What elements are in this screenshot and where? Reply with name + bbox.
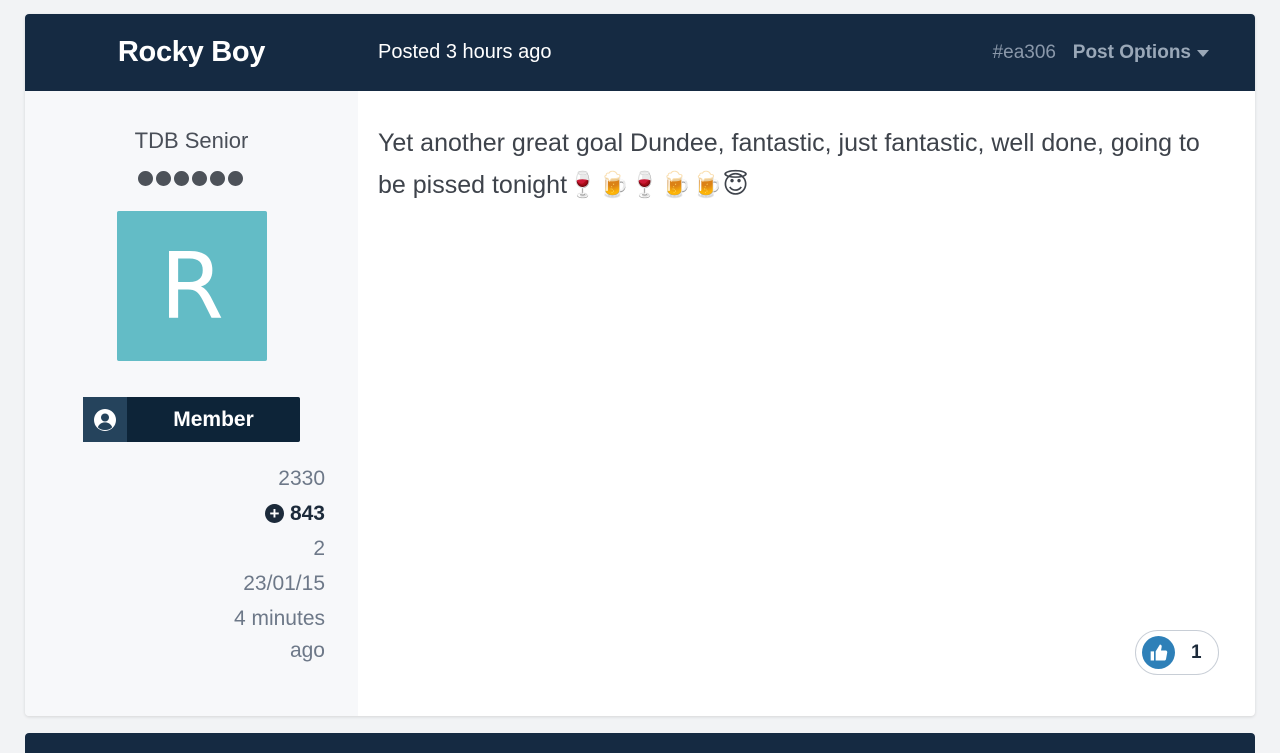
avatar[interactable]: R: [117, 211, 267, 361]
reputation-value: 843: [289, 502, 325, 525]
joined-date: 23/01/15: [243, 572, 325, 595]
author-name-link[interactable]: Rocky Boy: [25, 14, 358, 91]
post-permalink[interactable]: #ea306: [993, 14, 1056, 91]
rank-pip-icon: [210, 171, 225, 186]
plus-circle-icon: +: [264, 504, 284, 523]
forum-post: Rocky Boy Posted 3 hours ago #ea306 Post…: [25, 14, 1255, 716]
thumbs-up-icon: [1142, 636, 1175, 669]
last-visit: 4 minutes ago: [205, 601, 325, 667]
post-content: Yet another great goal Dundee, fantastic…: [378, 129, 1200, 199]
rank-pip-icon: [156, 171, 171, 186]
rank-pip-icon: [192, 171, 207, 186]
reputation: + 843: [205, 496, 325, 531]
last-visit-line: ago: [289, 639, 325, 662]
reaction-count: 1: [1191, 641, 1202, 663]
rank-pip-icon: [138, 171, 153, 186]
post-count: 2330: [278, 467, 325, 490]
post-header: Rocky Boy Posted 3 hours ago #ea306 Post…: [25, 14, 1255, 91]
post-options-label: Post Options: [1072, 41, 1191, 63]
caret-down-icon: [1197, 50, 1209, 57]
post-options-button[interactable]: Post Options: [1073, 14, 1209, 91]
user-circle-icon: [83, 397, 127, 442]
last-visit-line: 4 minutes: [233, 607, 325, 630]
posted-time[interactable]: Posted 3 hours ago: [378, 14, 551, 91]
author-stat: 2: [313, 537, 325, 560]
next-post-header: [25, 733, 1255, 753]
rank-pip-icon: [174, 171, 189, 186]
like-reaction-button[interactable]: 1: [1135, 630, 1219, 675]
member-title: TDB Senior: [134, 128, 249, 153]
rank-pip-icon: [228, 171, 243, 186]
author-panel: TDB Senior R Member 2330 + 843 2 23/01/1…: [25, 91, 358, 716]
rank-pips: [138, 171, 243, 186]
author-stats: 2330 + 843 2 23/01/15 4 minutes ago: [205, 461, 325, 667]
group-label: Member: [173, 407, 254, 431]
group-badge: Member: [83, 397, 300, 442]
